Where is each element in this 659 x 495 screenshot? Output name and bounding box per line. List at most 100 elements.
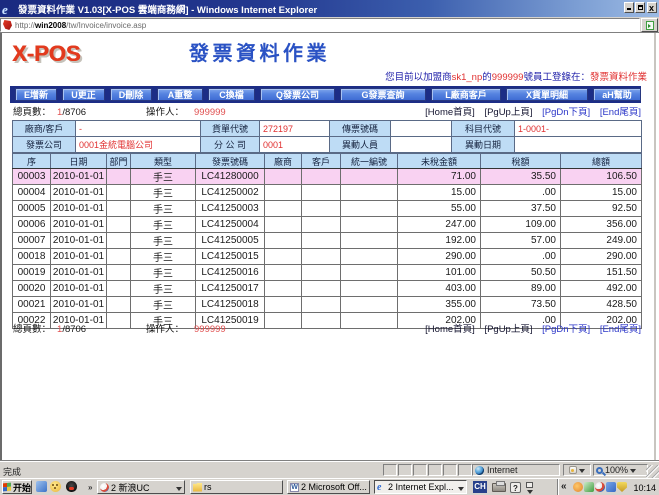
table-cell bbox=[107, 297, 131, 313]
menu-button-5[interactable]: Q發票公司 bbox=[260, 88, 335, 101]
language-indicator[interactable]: CH bbox=[473, 481, 487, 493]
menu-button-1[interactable]: U更正 bbox=[62, 88, 105, 101]
taskbar-button-sinauc[interactable]: 2 新浪UC bbox=[97, 480, 185, 494]
column-header: 客戶 bbox=[302, 154, 341, 169]
quicklaunch-sinauc-icon[interactable] bbox=[50, 481, 61, 492]
close-button[interactable]: x bbox=[647, 2, 657, 13]
menu-button-label: U更正 bbox=[71, 88, 96, 101]
printer-icon[interactable] bbox=[492, 483, 506, 492]
table-row[interactable]: 00020 2010-01-01 手三 LC41250017 403.00 89… bbox=[13, 281, 642, 297]
table-row[interactable]: 00007 2010-01-01 手三 LC41250005 192.00 57… bbox=[13, 233, 642, 249]
protected-mode-indicator[interactable] bbox=[563, 464, 591, 476]
table-cell: LC41250005 bbox=[196, 233, 265, 249]
table-row[interactable]: 00019 2010-01-01 手三 LC41250016 101.00 50… bbox=[13, 265, 642, 281]
taskbar-button-office[interactable]: W 2 Microsoft Off... bbox=[287, 480, 370, 494]
taskbar: 开始 » 2 新浪UC rs W 2 Microsoft Off... e 2 … bbox=[0, 478, 659, 495]
ime-help-icon[interactable]: ? bbox=[510, 482, 521, 493]
tray-collapse-chevron[interactable]: « bbox=[561, 481, 567, 493]
tray-shield-icon[interactable] bbox=[617, 482, 627, 492]
form-value[interactable]: - bbox=[76, 121, 201, 137]
table-cell: 73.50 bbox=[481, 297, 561, 313]
table-cell: 37.50 bbox=[481, 201, 561, 217]
invoice-form-table: 廠商/客戶 - 貨單代號 272197 傳票號碼 科目代號 1-0001- 發票… bbox=[12, 120, 642, 153]
nav-pgdn-link[interactable]: [PgDn下頁] bbox=[542, 324, 590, 335]
quicklaunch-qq-icon[interactable] bbox=[66, 481, 77, 492]
url-text[interactable]: http://win2008/tw/Invoice/invoice.asp bbox=[15, 21, 146, 30]
chevron-down-icon bbox=[630, 469, 636, 476]
table-cell bbox=[302, 185, 341, 201]
table-cell bbox=[107, 249, 131, 265]
pagination-nav: [Home首頁] [PgUp上頁] [PgDn下頁] [End尾頁] bbox=[418, 104, 641, 118]
table-cell: 手三 bbox=[131, 297, 196, 313]
go-button[interactable] bbox=[641, 18, 658, 32]
table-cell: LC41250018 bbox=[196, 297, 265, 313]
ime-icon[interactable] bbox=[526, 482, 533, 488]
operator-label: 操作人： bbox=[146, 107, 184, 118]
operator-id: 999999 bbox=[194, 324, 226, 335]
operator-group: 操作人： 999999 bbox=[146, 104, 226, 118]
menu-button-4[interactable]: C換檔 bbox=[208, 88, 255, 101]
nav-end-link[interactable]: [End尾頁] bbox=[600, 324, 641, 335]
menu-button-3[interactable]: A重整 bbox=[157, 88, 203, 101]
table-row[interactable]: 00018 2010-01-01 手三 LC41250015 290.00 .0… bbox=[13, 249, 642, 265]
menu-button-9[interactable]: aH幫助 bbox=[593, 88, 641, 101]
status-pane bbox=[398, 464, 412, 476]
nav-pgdn-link[interactable]: [PgDn下頁] bbox=[542, 107, 590, 118]
word-icon: W bbox=[290, 483, 299, 492]
security-zone: Internet bbox=[472, 464, 560, 476]
table-row[interactable]: 00004 2010-01-01 手三 LC41250002 15.00 .00… bbox=[13, 185, 642, 201]
nav-end-link[interactable]: [End尾頁] bbox=[600, 107, 641, 118]
quicklaunch-messenger-icon[interactable] bbox=[36, 481, 47, 492]
minimize-button[interactable] bbox=[624, 2, 634, 13]
table-row[interactable]: 00005 2010-01-01 手三 LC41250003 55.00 37.… bbox=[13, 201, 642, 217]
url-field[interactable]: http://win2008/tw/Invoice/invoice.asp bbox=[0, 18, 640, 32]
go-icon bbox=[646, 21, 654, 30]
form-value[interactable]: 1-0001- bbox=[515, 121, 642, 137]
table-cell bbox=[341, 217, 398, 233]
table-cell: 356.00 bbox=[561, 217, 642, 233]
start-button[interactable]: 开始 bbox=[2, 480, 32, 494]
status-text: 完成 bbox=[3, 465, 21, 478]
taskbar-button-ie[interactable]: e 2 Internet Expl... bbox=[374, 480, 467, 494]
menu-button-label: E增新 bbox=[24, 88, 48, 101]
tray-icon-3[interactable] bbox=[595, 482, 605, 492]
window-right-edge bbox=[654, 33, 656, 461]
nav-home-link[interactable]: [Home首頁] bbox=[425, 107, 475, 118]
menu-button-8[interactable]: X貨單明細 bbox=[506, 88, 588, 101]
form-value[interactable]: 0001金統電腦公司 bbox=[76, 137, 201, 153]
form-value[interactable] bbox=[515, 137, 642, 153]
form-value[interactable]: 0001 bbox=[260, 137, 330, 153]
table-row[interactable]: 00006 2010-01-01 手三 LC41250004 247.00 10… bbox=[13, 217, 642, 233]
nav-home-link[interactable]: [Home首頁] bbox=[425, 324, 475, 335]
nav-pgup-link[interactable]: [PgUp上頁] bbox=[484, 107, 532, 118]
form-value[interactable] bbox=[391, 121, 452, 137]
quicklaunch-overflow-chevron[interactable]: » bbox=[88, 483, 92, 492]
pagination-bottom-wrap: 總頁數：1/8706 操作人：999999 [Home首頁] [PgUp上頁] … bbox=[13, 321, 641, 335]
menu-button-6[interactable]: G發票查詢 bbox=[340, 88, 426, 101]
column-header: 類型 bbox=[131, 154, 196, 169]
tray-icon-2[interactable] bbox=[584, 482, 594, 492]
table-row[interactable]: 00003 2010-01-01 手三 LC41280000 71.00 35.… bbox=[13, 169, 642, 185]
operator-id: 999999 bbox=[194, 107, 226, 118]
tray-icon-4[interactable] bbox=[606, 482, 616, 492]
form-label: 廠商/客戶 bbox=[13, 121, 76, 137]
menu-button-0[interactable]: E增新 bbox=[15, 88, 57, 101]
menu-button-7[interactable]: L廠商客戶 bbox=[431, 88, 501, 101]
table-cell bbox=[265, 201, 302, 217]
menu-button-2[interactable]: D刪除 bbox=[110, 88, 152, 101]
folder-icon bbox=[193, 483, 202, 492]
table-row[interactable]: 00021 2010-01-01 手三 LC41250018 355.00 73… bbox=[13, 297, 642, 313]
form-value[interactable] bbox=[391, 137, 452, 153]
total-pages-label: 總頁數： bbox=[13, 324, 51, 335]
restore-button[interactable] bbox=[635, 2, 645, 13]
zoom-control[interactable]: 100% bbox=[593, 464, 648, 476]
operator-group: 操作人：999999 bbox=[146, 321, 226, 335]
tray-icon-1[interactable] bbox=[573, 482, 583, 492]
taskbar-clock[interactable]: 10:14 bbox=[633, 483, 656, 493]
taskbar-button-rs[interactable]: rs bbox=[190, 480, 283, 494]
nav-pgup-link[interactable]: [PgUp上頁] bbox=[484, 324, 532, 335]
resize-grip[interactable] bbox=[646, 465, 659, 478]
form-value[interactable]: 272197 bbox=[260, 121, 330, 137]
table-cell: 手三 bbox=[131, 169, 196, 185]
ie-window-icon: e bbox=[2, 3, 14, 15]
